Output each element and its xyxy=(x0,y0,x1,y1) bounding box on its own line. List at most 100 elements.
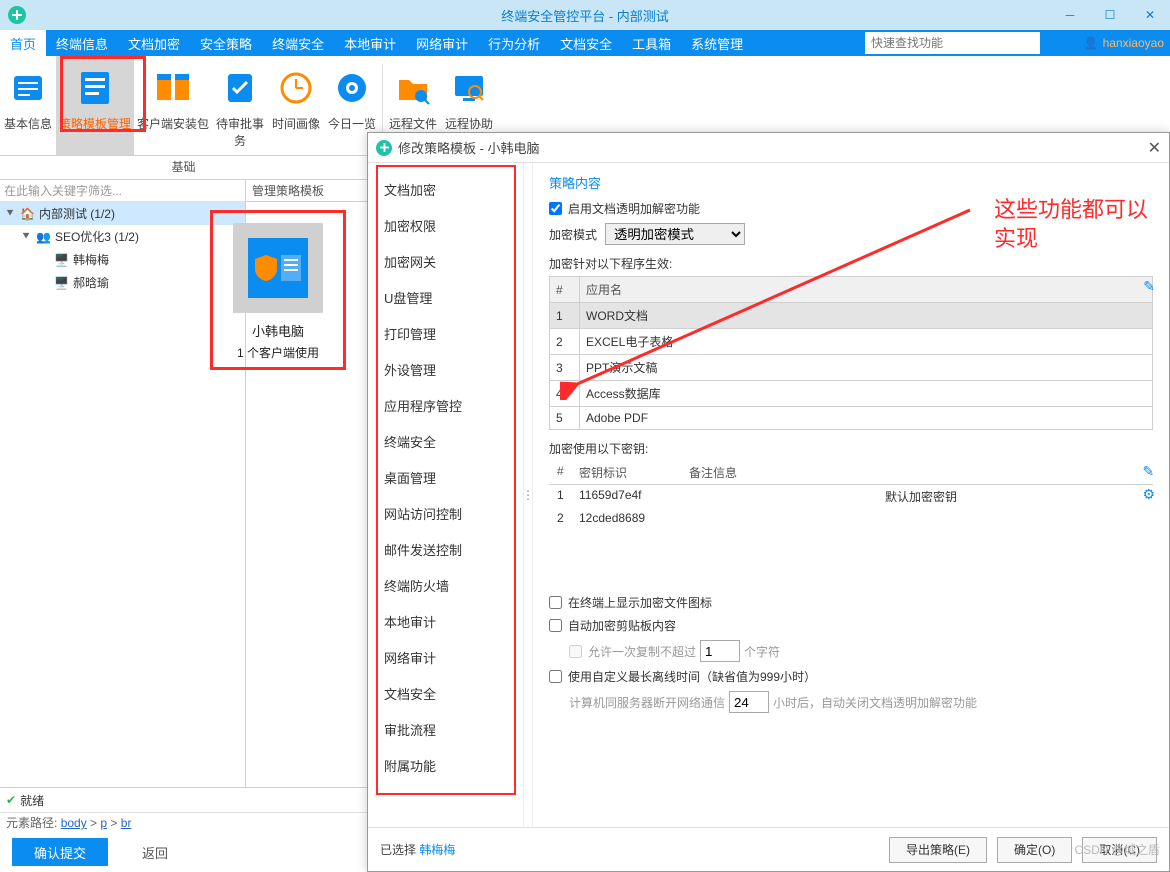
package-icon xyxy=(134,64,212,112)
sidebar-item[interactable]: 网络审计 xyxy=(368,639,523,675)
sidebar-item[interactable]: 外设管理 xyxy=(368,351,523,387)
copy-limit-input[interactable] xyxy=(700,640,740,662)
crumb-br[interactable]: br xyxy=(121,816,132,830)
maximize-button[interactable]: ☐ xyxy=(1090,0,1130,30)
crumb-p[interactable]: p xyxy=(100,816,107,830)
sidebar-item[interactable]: 审批流程 xyxy=(368,711,523,747)
ribbon-policy-template[interactable]: 策略模板管理 xyxy=(56,56,134,155)
show-icon-checkbox[interactable] xyxy=(549,596,562,609)
dialog-title: 修改策略模板 - 小韩电脑 xyxy=(398,138,1148,157)
sidebar-item[interactable]: 打印管理 xyxy=(368,315,523,351)
tab-security-policy[interactable]: 安全策略 xyxy=(190,30,262,56)
collapse-icon[interactable]: ⯆ xyxy=(20,229,32,244)
template-icon xyxy=(56,64,134,112)
folder-icon xyxy=(385,64,441,112)
minimize-button[interactable]: ─ xyxy=(1050,0,1090,30)
edit-icon[interactable]: ✎ xyxy=(1143,278,1155,295)
dialog-logo-icon xyxy=(376,140,392,156)
group-icon: 👥 xyxy=(36,230,51,244)
search-box[interactable] xyxy=(865,32,1040,54)
ribbon-basic-info[interactable]: 基本信息 xyxy=(0,56,56,155)
crumb-body[interactable]: body xyxy=(61,816,87,830)
tree-filter-input[interactable]: 在此输入关键字筛选... xyxy=(0,180,245,202)
sidebar-item[interactable]: 桌面管理 xyxy=(368,459,523,495)
sidebar-item[interactable]: 终端防火墙 xyxy=(368,567,523,603)
tree-node-user[interactable]: 🖥️ 韩梅梅 xyxy=(0,248,245,271)
close-button[interactable]: ✕ xyxy=(1130,0,1170,30)
key-label: 加密使用以下密钥: xyxy=(549,440,1153,457)
offline-hours-input[interactable] xyxy=(729,691,769,713)
clock-icon xyxy=(268,64,324,112)
user-display[interactable]: 👤 hanxiaoyao xyxy=(1084,30,1164,56)
apps-table: #应用名 1WORD文档 2EXCEL电子表格 3PPT演示文稿 4Access… xyxy=(549,276,1153,430)
collapse-icon[interactable]: ⯆ xyxy=(4,206,16,221)
tab-network-audit[interactable]: 网络审计 xyxy=(406,30,478,56)
user-icon: 👤 xyxy=(1084,36,1099,50)
tree-node-root[interactable]: ⯆ 🏠 内部测试 (1/2) xyxy=(0,202,245,225)
sidebar-item[interactable]: 加密网关 xyxy=(368,243,523,279)
tab-behavior[interactable]: 行为分析 xyxy=(478,30,550,56)
table-row[interactable]: 4Access数据库 xyxy=(550,381,1153,407)
table-row[interactable]: 212cded8689 xyxy=(549,508,1153,528)
copy-limit-checkbox xyxy=(569,645,582,658)
home-icon: 🏠 xyxy=(20,207,35,221)
tab-terminal-info[interactable]: 终端信息 xyxy=(46,30,118,56)
search-input[interactable] xyxy=(865,32,1040,54)
sidebar-item[interactable]: 文档加密 xyxy=(368,171,523,207)
tab-local-audit[interactable]: 本地审计 xyxy=(334,30,406,56)
edit-icon[interactable]: ✎ xyxy=(1142,463,1155,480)
tab-home[interactable]: 首页 xyxy=(0,30,46,56)
selected-link[interactable]: 韩梅梅 xyxy=(419,843,455,857)
template-thumb-icon xyxy=(233,223,323,313)
template-name: 小韩电脑 xyxy=(217,321,339,340)
tree-node-group[interactable]: ⯆ 👥 SEO优化3 (1/2) xyxy=(0,225,245,248)
sidebar-item[interactable]: 文档安全 xyxy=(368,675,523,711)
remote-icon xyxy=(441,64,497,112)
ribbon-client-package[interactable]: 客户端安装包 xyxy=(134,56,212,155)
dialog-title-bar: 修改策略模板 - 小韩电脑 ✕ xyxy=(368,133,1169,163)
tab-system-mgmt[interactable]: 系统管理 xyxy=(681,30,753,56)
tab-doc-security[interactable]: 文档安全 xyxy=(550,30,622,56)
tab-doc-encrypt[interactable]: 文档加密 xyxy=(118,30,190,56)
dialog-sidebar: 文档加密 加密权限 加密网关 U盘管理 打印管理 外设管理 应用程序管控 终端安… xyxy=(368,163,523,827)
template-sub: 1 个客户端使用 xyxy=(217,344,339,361)
tree-node-user[interactable]: 🖥️ 郝晗瑜 xyxy=(0,271,245,294)
sidebar-item[interactable]: 邮件发送控制 xyxy=(368,531,523,567)
export-button[interactable]: 导出策略(E) xyxy=(889,837,987,863)
tab-terminal-security[interactable]: 终端安全 xyxy=(262,30,334,56)
dialog-close-button[interactable]: ✕ xyxy=(1148,138,1161,158)
sidebar-item[interactable]: 本地审计 xyxy=(368,603,523,639)
table-row[interactable]: 3PPT演示文稿 xyxy=(550,355,1153,381)
sidebar-item[interactable]: 网站访问控制 xyxy=(368,495,523,531)
back-button[interactable]: 返回 xyxy=(120,838,190,866)
check-icon: ✔ xyxy=(6,793,16,807)
ribbon-time-profile[interactable]: 时间画像 xyxy=(268,56,324,155)
resize-handle[interactable]: ⋮ xyxy=(523,163,533,827)
table-row[interactable]: 2EXCEL电子表格 xyxy=(550,329,1153,355)
ribbon-pending-approval[interactable]: 待审批事务 xyxy=(212,56,268,155)
user-online-icon: 🖥️ xyxy=(54,253,69,267)
sidebar-item[interactable]: U盘管理 xyxy=(368,279,523,315)
table-row[interactable]: 1WORD文档 xyxy=(550,303,1153,329)
encryption-mode-select[interactable]: 透明加密模式 xyxy=(605,223,745,245)
settings-icon[interactable]: ⚙ xyxy=(1142,486,1155,503)
sidebar-item[interactable]: 附属功能 xyxy=(368,747,523,783)
window-title: 终端安全管控平台 - 内部测试 xyxy=(501,6,669,25)
offline-checkbox[interactable] xyxy=(549,670,562,683)
enable-encryption-checkbox[interactable] xyxy=(549,202,562,215)
sidebar-item[interactable]: 加密权限 xyxy=(368,207,523,243)
submit-button[interactable]: 确认提交 xyxy=(12,838,108,866)
policy-dialog: 修改策略模板 - 小韩电脑 ✕ 文档加密 加密权限 加密网关 U盘管理 打印管理… xyxy=(367,132,1170,872)
sidebar-item[interactable]: 终端安全 xyxy=(368,423,523,459)
table-row[interactable]: 5Adobe PDF xyxy=(550,407,1153,430)
app-logo-icon xyxy=(8,6,26,24)
dialog-content: 策略内容 启用文档透明加解密功能 加密模式 透明加密模式 加密针对以下程序生效:… xyxy=(533,163,1169,827)
eye-icon xyxy=(324,64,380,112)
table-row[interactable]: 111659d7e4f默认加密密钥 xyxy=(549,485,1153,508)
watermark: CSDN @域之盾 xyxy=(1074,841,1160,858)
ok-button[interactable]: 确定(O) xyxy=(997,837,1072,863)
tab-toolbox[interactable]: 工具箱 xyxy=(622,30,681,56)
template-card[interactable]: 小韩电脑 1 个客户端使用 xyxy=(210,210,346,370)
auto-clip-checkbox[interactable] xyxy=(549,619,562,632)
sidebar-item[interactable]: 应用程序管控 xyxy=(368,387,523,423)
